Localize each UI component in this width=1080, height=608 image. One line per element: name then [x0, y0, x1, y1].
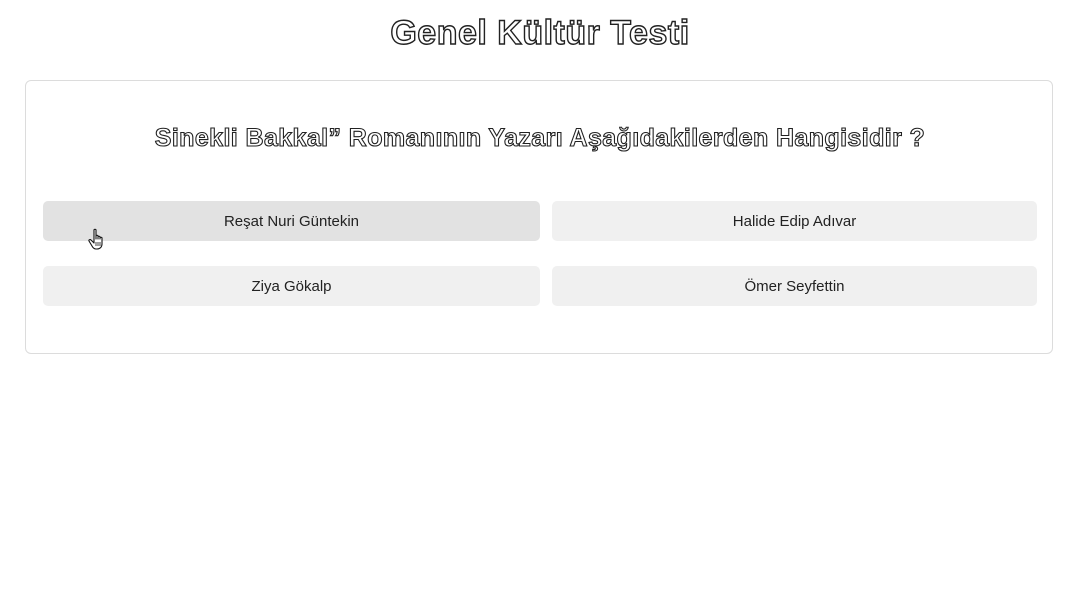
answer-button-1[interactable]: Reşat Nuri Güntekin	[43, 201, 540, 241]
question-text: Sinekli Bakkal” Romanının Yazarı Aşağıda…	[154, 123, 926, 152]
hand-pointer-icon	[88, 228, 103, 250]
answer-button-2[interactable]: Halide Edip Adıvar	[552, 201, 1037, 241]
answer-button-4[interactable]: Ömer Seyfettin	[552, 266, 1037, 306]
quiz-card: Sinekli Bakkal” Romanının Yazarı Aşağıda…	[25, 80, 1053, 354]
answer-button-3[interactable]: Ziya Gökalp	[43, 266, 540, 306]
page-title: Genel Kültür Testi	[390, 13, 690, 52]
